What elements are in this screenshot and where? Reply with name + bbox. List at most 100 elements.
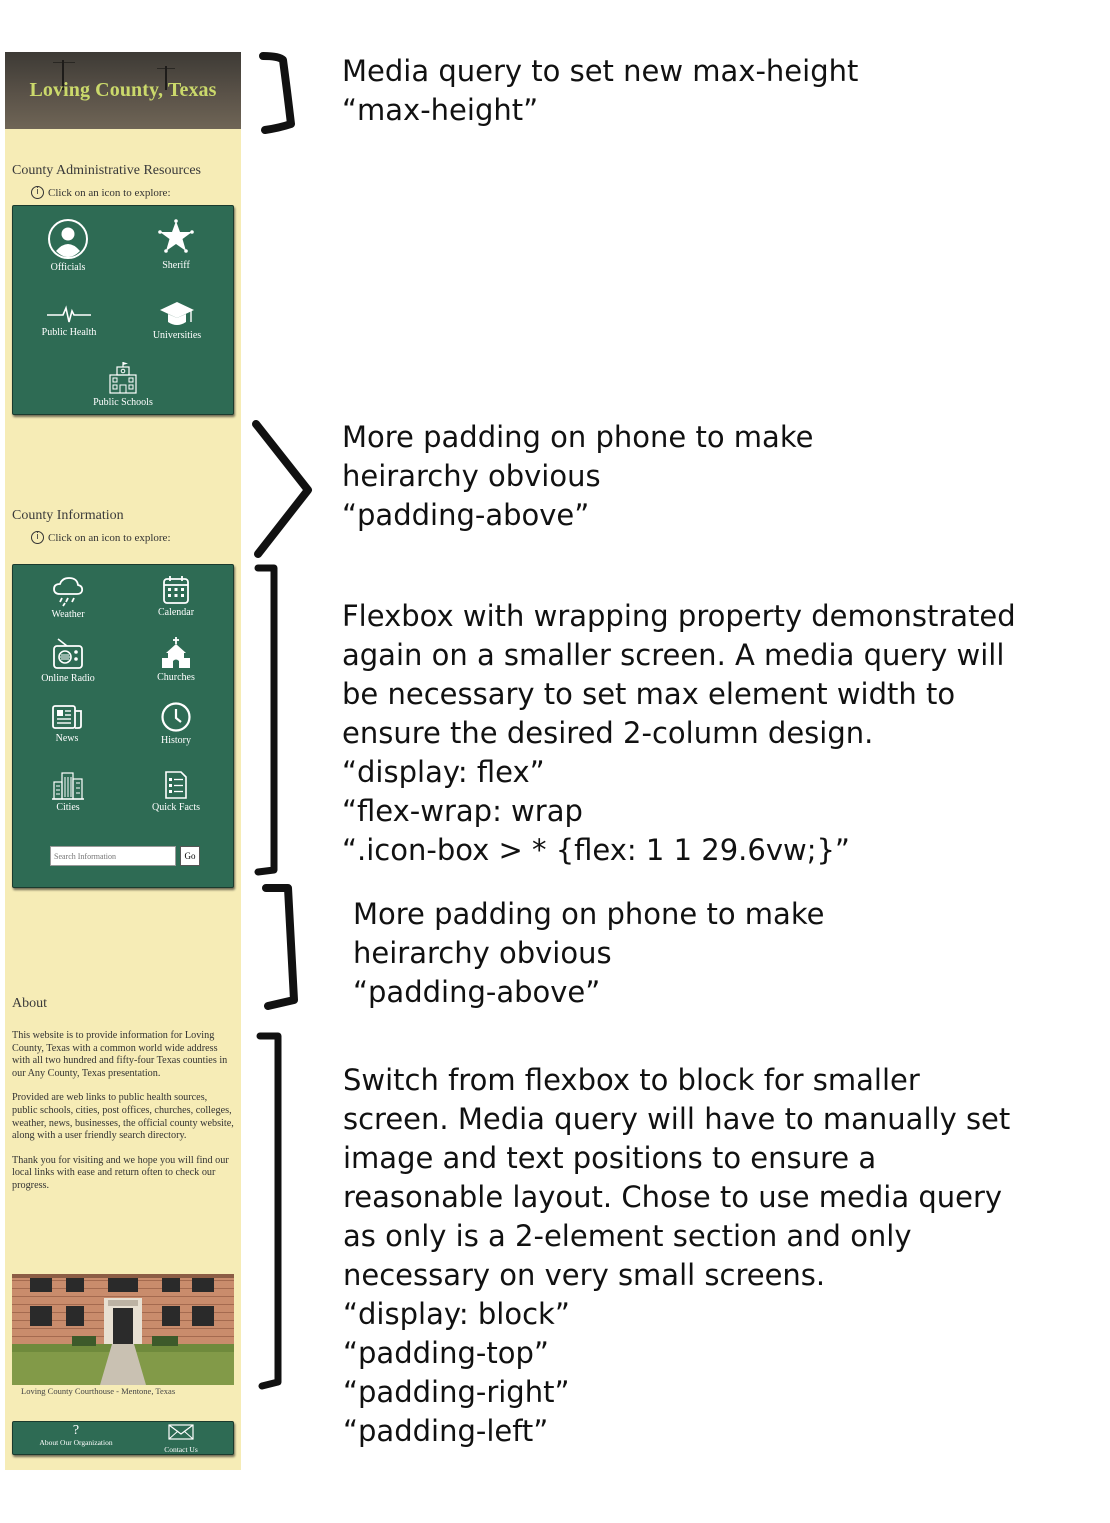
tile-news[interactable]: News — [22, 703, 112, 744]
tile-weather[interactable]: Weather — [23, 575, 113, 620]
tile-cities[interactable]: Cities — [23, 770, 113, 813]
note-line: necessary on very small screens. — [343, 1258, 826, 1292]
tile-label: Sheriff — [162, 260, 190, 271]
note-line: “.icon-box > * {flex: 1 1 29.6vw;}” — [342, 833, 850, 867]
tile-label: Cities — [56, 802, 80, 813]
tile-churches[interactable]: Churches — [131, 637, 221, 683]
tile-public-schools[interactable]: Public Schools — [78, 361, 168, 408]
info-section-title: County Information — [12, 508, 124, 523]
note-line: “display: flex” — [342, 755, 545, 789]
rain-cloud-icon — [53, 577, 84, 607]
annotation-max-height: Media query to set new max-height “max-h… — [342, 52, 858, 130]
church-icon — [162, 637, 190, 668]
site-title: Loving County, Texas — [29, 79, 217, 101]
note-line: More padding on phone to make — [342, 420, 814, 454]
note-line: “padding-above” — [353, 975, 601, 1009]
note-line: reasonable layout. Chose to use media qu… — [343, 1180, 1003, 1214]
tile-calendar[interactable]: Calendar — [131, 575, 221, 618]
right-bracket — [259, 52, 295, 134]
tile-label: Calendar — [157, 607, 195, 618]
tile-label: Churches — [157, 672, 195, 683]
search-row: Go — [50, 846, 200, 866]
tile-officials[interactable]: Officials — [23, 218, 113, 273]
info-icon-box: Weather Calendar Online Radio Churches N… — [12, 564, 234, 888]
note-line: be necessary to set max element width to — [342, 677, 956, 711]
about-text: This website is to provide information f… — [12, 1030, 234, 1205]
note-line: “max-height” — [342, 93, 539, 127]
annotation-display-block: Switch from flexbox to block for smaller… — [343, 1061, 1010, 1451]
right-bracket — [262, 884, 298, 1010]
note-line: image and text positions to ensure a — [343, 1141, 877, 1175]
admin-hint-text: Click on an icon to explore: — [48, 186, 171, 199]
note-line: “padding-top” — [343, 1336, 549, 1370]
info-icon: i — [31, 186, 44, 199]
clock-icon — [161, 702, 191, 732]
document-list-icon — [165, 771, 187, 799]
city-icon — [52, 772, 84, 800]
note-line: “padding-left” — [343, 1414, 549, 1448]
question-mark-icon: ? — [72, 1423, 80, 1438]
pole-crossbar — [157, 68, 175, 69]
note-line: heirarchy obvious — [342, 459, 601, 493]
tile-label: Public Schools — [93, 397, 153, 408]
note-line: “padding-right” — [343, 1375, 570, 1409]
person-icon — [48, 219, 88, 259]
about-section-title: About — [12, 996, 47, 1011]
tile-label: Quick Facts — [151, 802, 201, 813]
footer-label: About Our Organization — [39, 1438, 113, 1447]
right-bracket — [256, 1032, 282, 1390]
note-line: Flexbox with wrapping property demonstra… — [342, 599, 1016, 633]
info-hint-text: Click on an icon to explore: — [48, 531, 171, 544]
newspaper-icon — [52, 705, 82, 729]
annotation-padding-above: More padding on phone to make heirarchy … — [353, 895, 824, 1012]
go-button[interactable]: Go — [180, 846, 200, 866]
tile-sheriff[interactable]: Sheriff — [131, 218, 221, 271]
note-line: “display: block” — [343, 1297, 570, 1331]
star-badge-icon — [158, 219, 194, 253]
tile-online-radio[interactable]: Online Radio — [23, 637, 113, 684]
tile-label: News — [55, 733, 79, 744]
right-bracket — [254, 564, 278, 876]
tile-label: Officials — [50, 262, 86, 273]
note-line: More padding on phone to make — [353, 897, 825, 931]
tile-label: Online Radio — [41, 673, 95, 684]
note-line: as only is a 2-element section and only — [343, 1219, 912, 1253]
school-building-icon — [109, 362, 137, 394]
about-organization-link[interactable]: ? About Our Organization — [31, 1423, 121, 1448]
tile-universities[interactable]: Universities — [132, 300, 222, 341]
note-line: Switch from flexbox to block for smaller — [343, 1063, 920, 1097]
tile-public-health[interactable]: Public Health — [24, 303, 114, 338]
admin-section-title: County Administrative Resources — [12, 163, 201, 178]
tile-label: History — [161, 735, 191, 746]
about-paragraph: This website is to provide information f… — [12, 1030, 228, 1079]
note-line: “flex-wrap: wrap — [342, 794, 583, 828]
note-line: again on a smaller screen. A media query… — [342, 638, 1005, 672]
tile-label: Weather — [51, 609, 85, 620]
tile-quick-facts[interactable]: Quick Facts — [131, 770, 221, 813]
heartbeat-icon — [47, 305, 91, 323]
about-paragraph: Thank you for visiting and we hope you w… — [12, 1154, 229, 1191]
hero-banner: Loving County, Texas — [5, 52, 241, 129]
phone-mockup: Loving County, Texas County Administrati… — [5, 52, 241, 1470]
footer-bar: ? About Our Organization Contact Us — [12, 1421, 234, 1455]
envelope-icon — [168, 1424, 194, 1440]
admin-icon-box: Officials Sheriff Public Health Universi… — [12, 205, 234, 415]
annotation-flexbox-wrap: Flexbox with wrapping property demonstra… — [342, 597, 1016, 870]
search-input[interactable] — [50, 846, 176, 866]
note-line: heirarchy obvious — [353, 936, 612, 970]
pole-crossbar — [53, 62, 75, 63]
note-line: ensure the desired 2-column design. — [342, 716, 874, 750]
contact-us-link[interactable]: Contact Us — [153, 1424, 209, 1454]
about-paragraph: Provided are web links to public health … — [12, 1092, 234, 1142]
courthouse-photo — [12, 1274, 234, 1385]
note-line: “padding-above” — [342, 498, 590, 532]
tile-history[interactable]: History — [131, 701, 221, 746]
tile-label: Public Health — [41, 327, 97, 338]
right-angle-bracket — [252, 420, 312, 558]
tile-label: Universities — [152, 330, 202, 341]
photo-caption: Loving County Courthouse - Mentone, Texa… — [21, 1386, 176, 1396]
graduation-cap-icon — [160, 302, 194, 325]
footer-label: Contact Us — [164, 1445, 198, 1454]
admin-hint: i Click on an icon to explore: — [31, 186, 171, 199]
info-hint: i Click on an icon to explore: — [31, 531, 171, 544]
